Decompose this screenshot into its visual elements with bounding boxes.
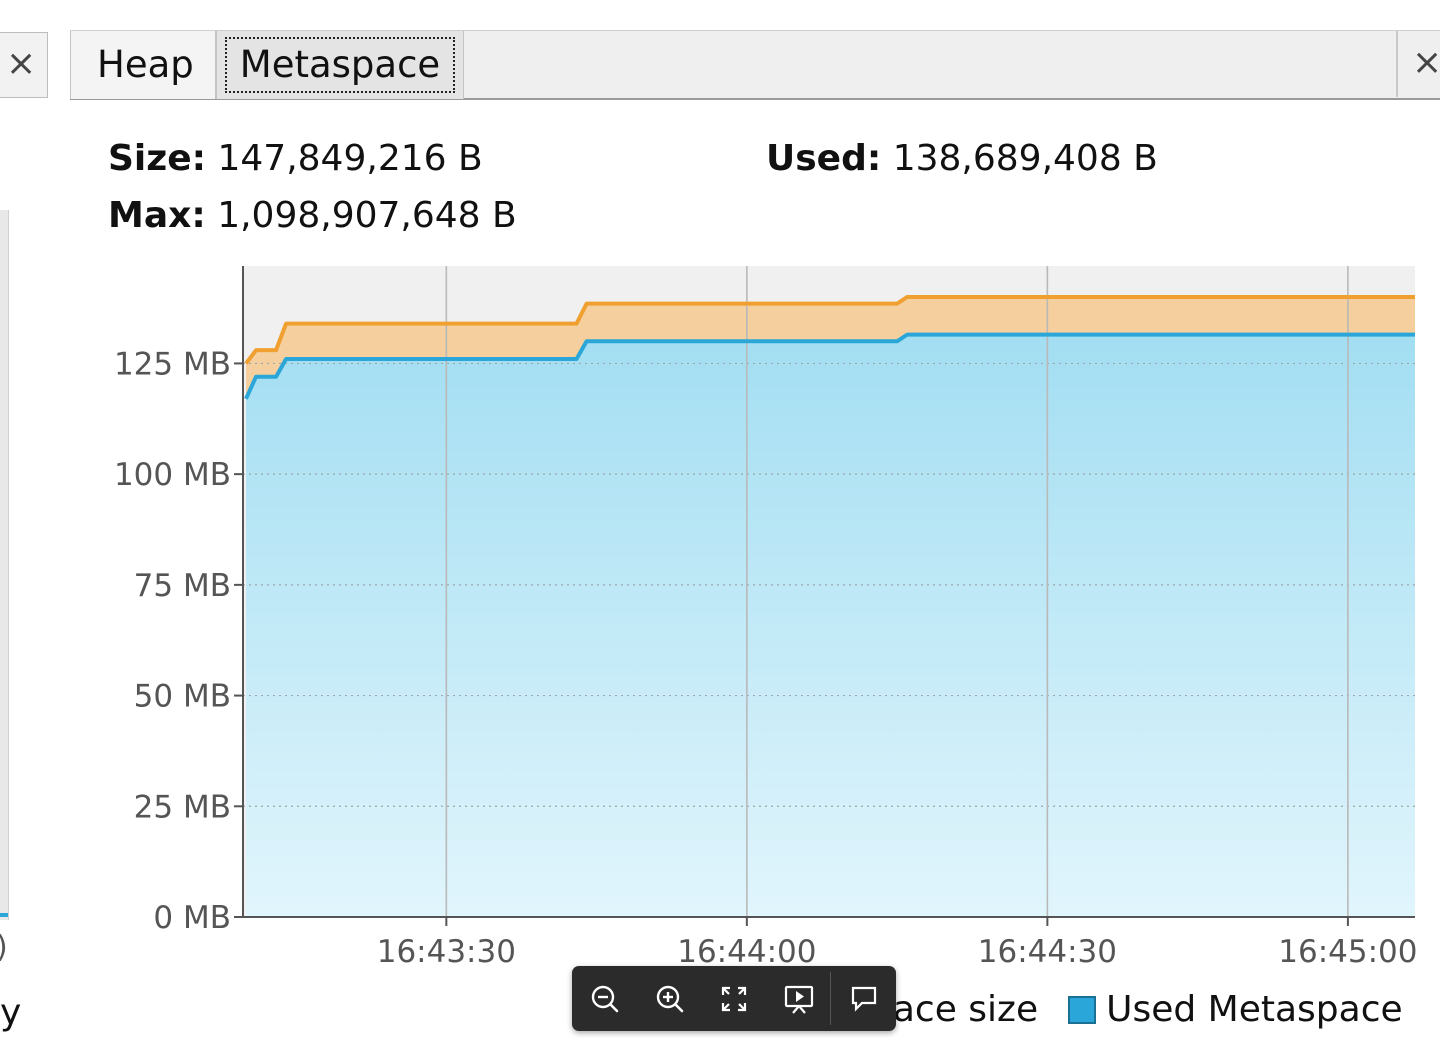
tab-metaspace-label: Metaspace [225, 37, 455, 93]
y-tick-label-3: 75 MB [134, 568, 231, 604]
stat-used-label: Used: [766, 138, 882, 179]
stat-size: Size: 147,849,216 B [108, 137, 483, 181]
tab-strip-separator [1396, 31, 1398, 97]
toolbar-separator [830, 972, 831, 1025]
series-used-metaspace-area [246, 334, 1415, 918]
zoom-in-icon[interactable] [649, 978, 693, 1020]
x-tick-label-0: 16:43:30 [377, 934, 516, 970]
tab-heap-label: Heap [97, 43, 194, 86]
y-tick-label-4: 100 MB [114, 457, 231, 493]
x-tick-label-1: 16:44:00 [677, 934, 816, 970]
comment-icon[interactable] [842, 978, 886, 1020]
stat-max-value: 1,098,907,648 B [217, 195, 517, 236]
left-legend-fragment: y [0, 992, 22, 1033]
close-panel-icon[interactable]: × [1412, 41, 1440, 85]
y-tick-label-5: 125 MB [114, 346, 231, 382]
chart-legend: pace size Used Metaspace [870, 985, 1403, 1035]
stat-used-value: 138,689,408 B [892, 138, 1158, 179]
y-tick-label-1: 25 MB [134, 789, 231, 825]
metaspace-chart: 0 MB 25 MB 50 MB 75 MB 100 MB 125 MB 16:43:30 1… [114, 266, 1418, 970]
tab-heap[interactable]: Heap [70, 31, 216, 99]
stat-used: Used: 138,689,408 B [766, 137, 1158, 181]
fullscreen-icon[interactable] [712, 978, 756, 1020]
zoom-out-icon[interactable] [584, 978, 628, 1020]
stat-size-label: Size: [108, 138, 207, 179]
tab-strip: Heap Metaspace × [70, 30, 1440, 100]
stat-size-value: 147,849,216 B [217, 138, 483, 179]
stat-max-label: Max: [108, 195, 206, 236]
y-tick-label-0: 0 MB [153, 900, 231, 936]
tab-metaspace[interactable]: Metaspace [216, 31, 464, 99]
floating-toolbar [572, 966, 896, 1031]
stat-max: Max: 1,098,907,648 B [108, 194, 517, 238]
x-tick-label-2: 16:44:30 [978, 934, 1117, 970]
x-tick-label-3: 16:45:00 [1278, 934, 1417, 970]
present-icon[interactable] [777, 978, 821, 1020]
y-tick-label-2: 50 MB [134, 679, 231, 715]
left-panel-close-icon[interactable]: × [6, 44, 36, 84]
legend-used-metaspace: Used Metaspace [1106, 989, 1403, 1030]
legend-used-swatch [1068, 996, 1097, 1024]
